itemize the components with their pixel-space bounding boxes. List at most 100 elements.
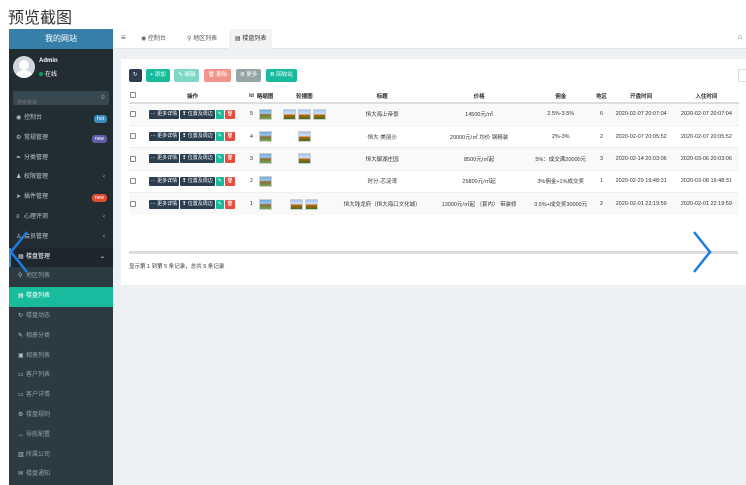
carousel-image[interactable] [297, 131, 311, 143]
location-button[interactable]: ❢ 位置及周边 [180, 154, 215, 164]
menu-search-input[interactable] [13, 96, 109, 110]
sidebar-item-label: 心理评测 [24, 213, 49, 220]
select-all-checkbox[interactable] [129, 92, 136, 99]
thumbnail-image[interactable] [258, 175, 272, 187]
more-details-button[interactable]: ⋯ 更多详情 [148, 132, 180, 142]
list-alt-icon: ▤ [18, 293, 24, 300]
column-header[interactable]: 入住时间 [673, 89, 739, 104]
sidebar-item[interactable]: ⚙ 楼盘规则 [9, 405, 113, 426]
chevron-left-icon[interactable] [7, 230, 31, 274]
carousel-image[interactable] [290, 198, 304, 210]
sidebar-item[interactable]: ◉ 控制台 hot [9, 109, 113, 129]
column-header[interactable]: 地区 [594, 89, 609, 104]
column-header[interactable]: 操作 [136, 89, 249, 104]
table-row[interactable]: ⋯ 更多详情 ❢ 位置及周边 ✎ 🗑 3 恒大御湖庄园 8500元/㎡起 5%：成交满2000… [129, 147, 739, 171]
thumbnail-image[interactable] [258, 153, 272, 165]
more-details-button[interactable]: ⋯ 更多详情 [148, 199, 180, 209]
table-row[interactable]: ⋯ 更多详情 ❢ 位置及周边 ✎ 🗑 1 恒大钱龙府（恒大海口文化城） 13000元/㎡起 … [129, 192, 739, 215]
chevron-right-icon[interactable] [690, 230, 714, 274]
sidebar-item[interactable]: ▤ 楼盘列表 [9, 287, 113, 307]
carousel-image[interactable] [282, 108, 296, 120]
more-button[interactable]: ⚙ 更多 [235, 69, 262, 82]
row-price: 25800元/㎡起 [431, 169, 527, 193]
sidebar-item[interactable]: ↻ 楼盘动态 [9, 306, 113, 327]
brand-logo[interactable]: 我的网站 [9, 29, 113, 49]
carousel-image[interactable] [312, 108, 326, 120]
delete-row-icon[interactable]: 🗑 [224, 199, 236, 209]
sidebar-toggle-icon[interactable]: ≡ [121, 33, 126, 42]
thumbnail-image[interactable] [258, 198, 272, 210]
sidebar-item[interactable]: ✎ 相册分类 [9, 326, 113, 347]
tab[interactable]: ⚲ 地区列表 [181, 29, 223, 49]
edit-row-icon[interactable]: ✎ [215, 154, 224, 164]
row-checkbox[interactable] [129, 111, 136, 118]
edit-row-icon[interactable]: ✎ [215, 199, 224, 209]
row-checkbox[interactable] [129, 200, 136, 207]
delete-row-icon[interactable]: 🗑 [224, 109, 236, 119]
row-checkin-time: 2020-03-08 19:48:31 [673, 169, 739, 193]
table-bottom-scrollbar[interactable] [129, 251, 738, 254]
row-title: 恒大·美丽沙 [333, 124, 432, 148]
delete-row-icon[interactable]: 🗑 [224, 132, 236, 142]
admin-app: 我的网站 Admin 在线 ⚲ ◉控制台hot⚙常规管理new❧分类管理♟权限管… [9, 29, 746, 485]
carousel-cell [275, 147, 334, 171]
sidebar-item[interactable]: ♟ 权限管理 ‹ [9, 168, 113, 188]
carousel-image[interactable] [297, 108, 311, 120]
add-button[interactable]: + 添加 [146, 69, 170, 82]
sidebar-item[interactable]: ❧ 分类管理 [9, 149, 113, 169]
thumbnail-image[interactable] [258, 108, 272, 120]
main-panel: ↻ + 添加 ✎ 编辑 🗑 删除 ⚙ 更多 ♻ 回收站 操作 Id 略缩图 轮播图 标题… [121, 59, 746, 285]
thumbnail-cell [254, 147, 276, 171]
columns-toggle-button[interactable] [738, 69, 746, 82]
sidebar-item[interactable]: ▥ 所属公司 [9, 445, 113, 466]
column-header[interactable]: 开盘时间 [608, 89, 674, 104]
delete-button[interactable]: 🗑 删除 [203, 69, 232, 82]
preview-title: 预览截图 [8, 8, 73, 27]
sidebar-item[interactable]: ⚙ 常规管理 new [9, 129, 113, 149]
row-open-time: 2020-02-07 20:07:04 [608, 102, 674, 126]
location-button[interactable]: ❢ 位置及周边 [180, 109, 215, 119]
sidebar-item[interactable]: ▭ 客户列表 [9, 366, 113, 387]
edit-row-icon[interactable]: ✎ [215, 109, 224, 119]
carousel-cell [275, 102, 334, 126]
delete-row-icon[interactable]: 🗑 [224, 176, 236, 186]
more-details-button[interactable]: ⋯ 更多详情 [148, 109, 180, 119]
search-icon[interactable]: ⚲ [101, 94, 105, 101]
sidebar-item[interactable]: ➤ 插件管理 new [9, 188, 113, 208]
location-button[interactable]: ❢ 位置及周边 [180, 199, 215, 209]
tab[interactable]: ◉ 控制台 [135, 29, 172, 49]
table-row[interactable]: ⋯ 更多详情 ❢ 位置及周边 ✎ 🗑 2 时分·芯淀湾 25800元/㎡起 3%佣金+1%成交… [129, 169, 739, 193]
column-header[interactable]: 价格 [431, 89, 527, 104]
row-checkbox[interactable] [129, 133, 136, 140]
refresh-button[interactable]: ↻ [129, 69, 142, 82]
row-select-cell [129, 147, 137, 171]
carousel-image[interactable] [305, 198, 319, 210]
edit-row-icon[interactable]: ✎ [215, 132, 224, 142]
edit-row-icon[interactable]: ✎ [215, 176, 224, 186]
carousel-image[interactable] [297, 153, 311, 165]
user-name: Admin [39, 58, 58, 64]
column-header[interactable]: 标题 [333, 89, 432, 104]
recycle-bin-button[interactable]: ♻ 回收站 [265, 69, 297, 82]
sidebar-item[interactable]: ≡ 心理评测 ‹ [9, 208, 113, 228]
more-details-button[interactable]: ⋯ 更多详情 [148, 154, 180, 164]
row-checkbox[interactable] [129, 155, 136, 162]
sidebar-item[interactable]: ↔ 导航配置 [9, 425, 113, 446]
home-icon[interactable]: ⌂ [738, 34, 742, 41]
column-header[interactable]: 佣金 [526, 89, 595, 104]
sidebar-item[interactable]: ▭ 客户详情 [9, 386, 113, 406]
tab[interactable]: ▤ 楼盘列表 [229, 29, 273, 49]
sidebar-item[interactable]: ✉ 楼盘通知 [9, 465, 113, 485]
column-header[interactable]: 轮播图 [275, 89, 334, 104]
edit-button[interactable]: ✎ 编辑 [174, 69, 200, 82]
row-checkbox[interactable] [129, 178, 136, 185]
location-button[interactable]: ❢ 位置及周边 [180, 176, 215, 186]
column-header[interactable]: 略缩图 [254, 89, 276, 104]
table-row[interactable]: ⋯ 更多详情 ❢ 位置及周边 ✎ 🗑 5 恒大海上帝景 14500元/㎡ 2.5%-3.5% 6… [129, 102, 739, 126]
table-row[interactable]: ⋯ 更多详情 ❢ 位置及周边 ✎ 🗑 4 恒大·美丽沙 20000元/㎡ 均价 钢精装 2%-… [129, 124, 739, 148]
more-details-button[interactable]: ⋯ 更多详情 [148, 176, 180, 186]
delete-row-icon[interactable]: 🗑 [224, 154, 236, 164]
sidebar-item[interactable]: ▣ 相册列表 [9, 346, 113, 367]
thumbnail-image[interactable] [258, 131, 272, 143]
location-button[interactable]: ❢ 位置及周边 [180, 132, 215, 142]
